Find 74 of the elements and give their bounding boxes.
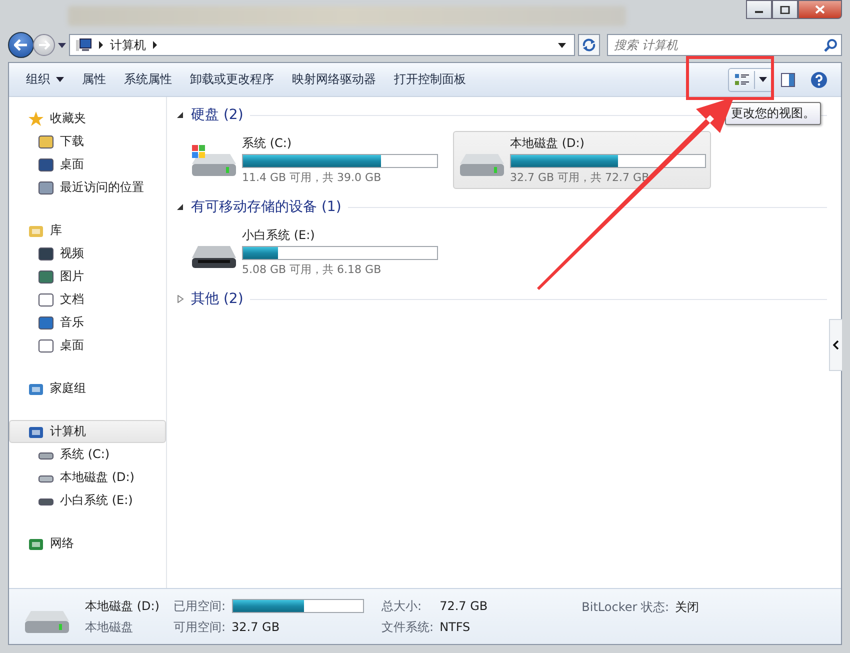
sidebar-item[interactable]: 桌面 (9, 334, 166, 357)
chevron-icon (98, 41, 104, 49)
free-space-label: 可用空间: (173, 618, 226, 636)
group-header[interactable]: 其他 (2) (177, 287, 827, 311)
chevron-icon (152, 41, 158, 49)
sidebar-item[interactable]: 下载 (9, 130, 166, 153)
sidebar-item[interactable]: 系统 (C:) (9, 443, 166, 466)
back-button[interactable] (8, 32, 34, 58)
drive-space-text: 11.4 GB 可用，共 39.0 GB (242, 170, 382, 185)
sidebar-item[interactable]: 文档 (9, 288, 166, 311)
bitlocker-value: 关闭 (675, 599, 700, 616)
maximize-button[interactable] (772, 0, 798, 19)
refresh-icon (581, 38, 597, 52)
sidebar-item[interactable]: 图片 (9, 265, 166, 288)
maximize-icon (780, 6, 790, 14)
collapse-triangle-icon[interactable] (177, 203, 184, 211)
sidebar-item[interactable]: 网络 (9, 532, 166, 555)
sidebar-item[interactable]: 库 (9, 219, 166, 242)
toolbar-button[interactable]: 系统属性 (115, 67, 181, 92)
caret-icon (56, 77, 64, 82)
used-space-label: 已用空间: (173, 598, 226, 614)
hard-drive-icon (190, 142, 238, 178)
sidebar-item[interactable]: 小白系统 (E:) (9, 489, 166, 512)
tooltip: 更改您的视图。 (725, 102, 821, 125)
drive-tile[interactable]: 系统 (C:) 11.4 GB 可用，共 39.0 GB (185, 131, 443, 189)
view-options-button[interactable] (728, 68, 773, 92)
drive-tile[interactable]: 小白系统 (E:) 5.08 GB 可用，共 6.18 GB (185, 223, 443, 281)
close-icon (815, 5, 825, 14)
refresh-button[interactable] (578, 34, 600, 56)
drive-name: 系统 (C:) (242, 135, 293, 152)
preview-pane-icon (780, 72, 796, 88)
file-system-value: NTFS (440, 620, 472, 634)
toolbar-button[interactable]: 组织 (17, 67, 73, 92)
file-system-label: 文件系统: (382, 618, 434, 636)
collapse-triangle-icon[interactable] (177, 111, 184, 119)
sidebar-item[interactable]: 音乐 (9, 311, 166, 334)
caret-icon[interactable] (558, 42, 566, 48)
sidebar-item[interactable]: 家庭组 (9, 377, 166, 400)
drive-name: 本地磁盘 (D:) (510, 135, 586, 152)
sidebar-item[interactable]: 桌面 (9, 153, 166, 176)
collapse-tab[interactable] (829, 319, 842, 371)
expand-triangle-icon[interactable] (177, 295, 184, 303)
help-icon (810, 70, 828, 88)
breadcrumb[interactable]: 计算机 (110, 36, 146, 54)
forward-arrow-icon (38, 40, 50, 50)
sidebar-item[interactable]: 收藏夹 (9, 107, 166, 130)
close-button[interactable] (798, 0, 842, 19)
free-space-value: 32.7 GB (232, 620, 281, 634)
search-box[interactable]: 搜索 计算机 (607, 34, 842, 56)
caret-icon[interactable] (58, 42, 66, 48)
address-bar[interactable]: 计算机 (69, 34, 575, 56)
star-icon (28, 110, 44, 126)
back-arrow-icon (14, 39, 28, 51)
details-view-icon (734, 72, 750, 86)
sidebar-item[interactable]: 本地磁盘 (D:) (9, 466, 166, 489)
sidebar-item[interactable]: 最近访问的位置 (9, 176, 166, 199)
toolbar-button[interactable]: 打开控制面板 (385, 67, 475, 92)
caret-icon (759, 77, 767, 82)
total-size-value: 72.7 GB (440, 599, 488, 613)
total-size-label: 总大小: (382, 598, 423, 614)
sidebar-item[interactable]: 视频 (9, 242, 166, 265)
toolbar-button[interactable]: 卸载或更改程序 (181, 67, 283, 92)
sidebar-item[interactable]: 计算机 (9, 420, 166, 443)
toolbar-button[interactable]: 属性 (73, 67, 115, 92)
group-header[interactable]: 有可移动存储的设备 (1) (177, 195, 827, 219)
drive-name: 小白系统 (E:) (242, 227, 316, 244)
drive-type: 本地磁盘 (85, 618, 134, 636)
chevron-left-icon (833, 340, 839, 350)
toolbar-button[interactable]: 映射网络驱动器 (283, 67, 385, 92)
drive-space-text: 5.08 GB 可用，共 6.18 GB (242, 262, 382, 277)
bitlocker-label: BitLocker 状态: (582, 599, 670, 616)
drive-name: 本地磁盘 (D:) (85, 598, 160, 614)
search-icon (824, 38, 837, 52)
minimize-button[interactable] (746, 0, 772, 19)
